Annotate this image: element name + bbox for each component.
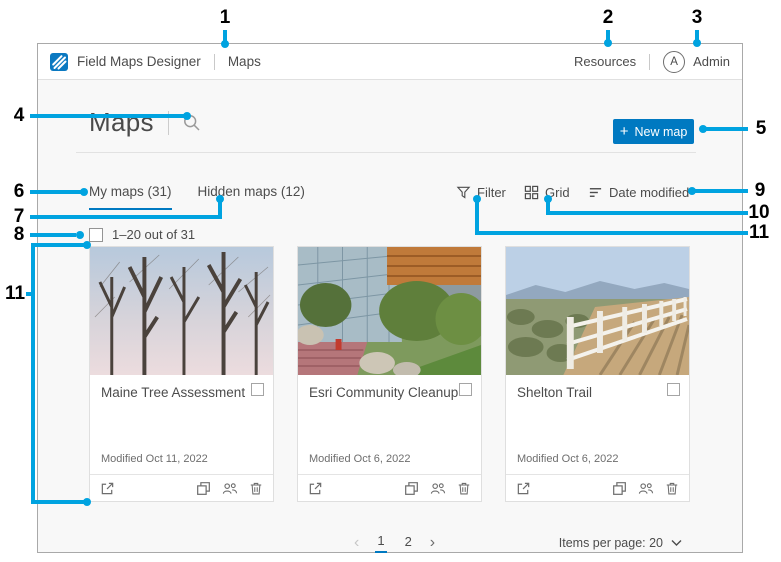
share-group-icon[interactable]	[222, 481, 238, 496]
section-divider	[76, 152, 696, 153]
sort-label: Date modified	[609, 185, 690, 200]
sort-icon	[589, 188, 602, 197]
tab-bar: My maps (31) Hidden maps (12)	[89, 184, 305, 210]
duplicate-icon[interactable]	[612, 481, 627, 496]
card-title: Esri Community Cleanup	[309, 385, 459, 400]
callout-9: 9	[754, 180, 766, 201]
card-footer	[90, 474, 273, 502]
share-group-icon[interactable]	[430, 481, 446, 496]
count-row: 1–20 out of 31	[89, 227, 195, 242]
callout-8: 8	[13, 224, 25, 245]
callout-1: 1	[219, 7, 231, 28]
chevron-right-icon[interactable]: ›	[430, 534, 435, 552]
share-group-icon[interactable]	[638, 481, 654, 496]
tab-hidden-maps[interactable]: Hidden maps (12)	[198, 184, 305, 210]
chevron-down-icon	[671, 540, 682, 546]
plus-icon: +	[619, 123, 629, 140]
app-header: Field Maps Designer Maps Resources A Adm…	[38, 44, 742, 80]
nav-maps[interactable]: Maps	[228, 54, 261, 69]
callout-4: 4	[13, 105, 25, 126]
card-footer	[298, 474, 481, 502]
map-card[interactable]: Maine Tree Assessment Modified Oct 11, 2…	[89, 246, 274, 502]
card-modified: Modified Oct 11, 2022	[101, 453, 208, 465]
card-footer	[506, 474, 689, 502]
new-map-label: New map	[634, 124, 688, 139]
callout-11-right: 11	[748, 222, 770, 243]
duplicate-icon[interactable]	[196, 481, 211, 496]
item-count-label: 1–20 out of 31	[112, 227, 196, 242]
duplicate-icon[interactable]	[404, 481, 419, 496]
callout-11-left: 11	[4, 283, 26, 304]
card-modified: Modified Oct 6, 2022	[517, 453, 619, 465]
card-title: Shelton Trail	[517, 385, 593, 400]
app-title: Field Maps Designer	[77, 54, 201, 69]
card-modified: Modified Oct 6, 2022	[309, 453, 411, 465]
chevron-left-icon[interactable]: ‹	[354, 534, 359, 552]
pagination-page-1[interactable]: 1	[375, 533, 387, 553]
esri-logo-icon	[50, 52, 68, 71]
callout-6: 6	[13, 181, 25, 202]
avatar[interactable]: A	[663, 50, 686, 73]
card-thumbnail	[90, 247, 273, 375]
items-per-page-label: Items per page: 20	[558, 536, 663, 550]
new-map-button[interactable]: + New map	[613, 119, 694, 144]
map-card[interactable]: Esri Community Cleanup Modified Oct 6, 2…	[297, 246, 482, 502]
card-checkbox[interactable]	[667, 383, 680, 396]
search-icon[interactable]	[183, 114, 200, 131]
tab-my-maps[interactable]: My maps (31)	[89, 184, 172, 210]
open-map-icon[interactable]	[100, 481, 115, 496]
delete-icon[interactable]	[665, 481, 679, 496]
open-map-icon[interactable]	[516, 481, 531, 496]
resources-link[interactable]: Resources	[574, 54, 636, 69]
card-checkbox[interactable]	[459, 383, 472, 396]
filter-button[interactable]: Filter	[456, 185, 506, 200]
title-divider	[167, 110, 169, 135]
grid-button[interactable]: Grid	[524, 185, 570, 200]
callout-2: 2	[602, 7, 614, 28]
user-menu-label[interactable]: Admin	[693, 54, 730, 69]
delete-icon[interactable]	[457, 481, 471, 496]
app-window: Field Maps Designer Maps Resources A Adm…	[37, 43, 743, 553]
grid-icon	[524, 185, 539, 200]
items-per-page-select[interactable]: Items per page: 20	[559, 536, 682, 550]
page-title-row: Maps	[89, 107, 200, 138]
header-divider	[649, 53, 651, 70]
card-checkbox[interactable]	[251, 383, 264, 396]
map-card[interactable]: Shelton Trail Modified Oct 6, 2022	[505, 246, 690, 502]
callout-5: 5	[755, 118, 767, 139]
card-title: Maine Tree Assessment	[101, 385, 246, 400]
delete-icon[interactable]	[249, 481, 263, 496]
pagination-page-2[interactable]: 2	[403, 534, 414, 552]
header-divider	[213, 53, 215, 70]
sort-button[interactable]: Date modified	[588, 185, 689, 200]
card-thumbnail	[506, 247, 689, 375]
callout-3: 3	[691, 7, 703, 28]
callout-10: 10	[748, 202, 770, 223]
filter-label: Filter	[477, 185, 506, 200]
grid-label: Grid	[545, 185, 570, 200]
open-map-icon[interactable]	[308, 481, 323, 496]
select-all-checkbox[interactable]	[89, 227, 103, 242]
pagination: ‹ 1 2 ›	[354, 533, 435, 553]
page-title: Maps	[89, 107, 154, 137]
card-thumbnail	[298, 247, 481, 375]
filter-icon	[456, 186, 471, 199]
